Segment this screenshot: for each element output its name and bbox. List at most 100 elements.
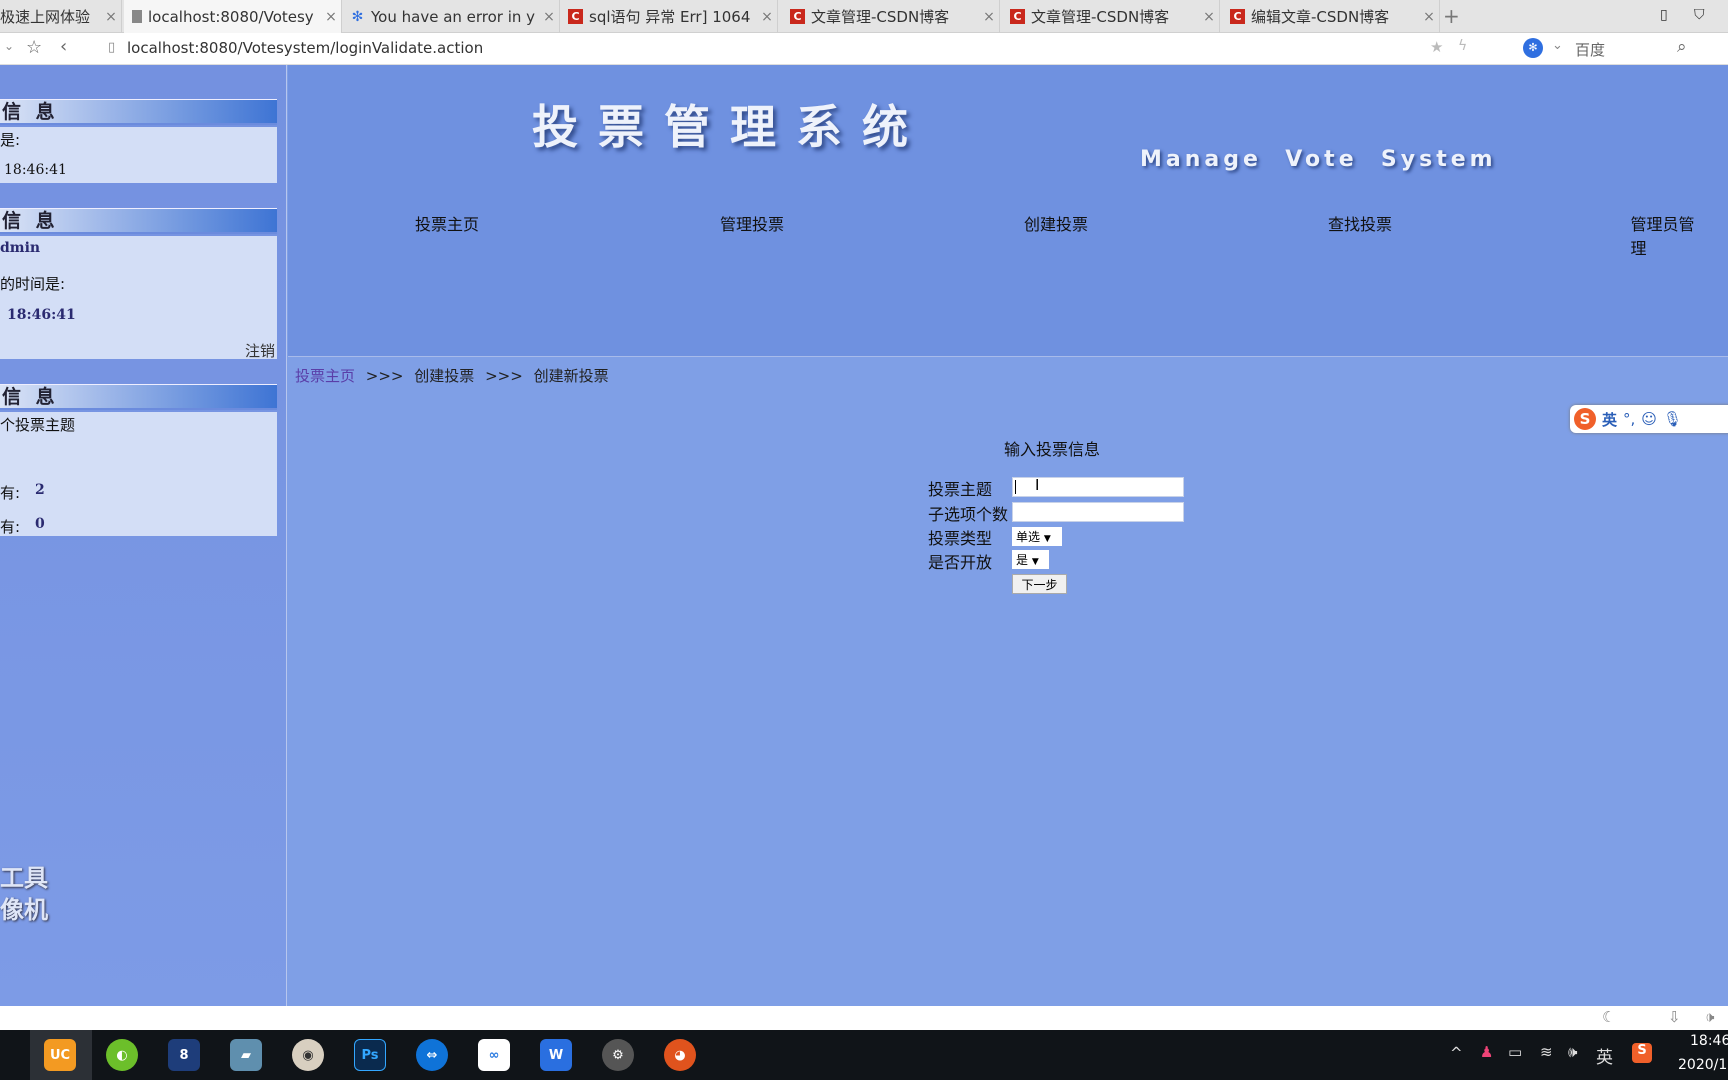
teamviewer-icon[interactable]: ⇔: [416, 1039, 448, 1071]
close-icon[interactable]: ×: [1419, 9, 1439, 25]
csdn-icon: C: [568, 9, 583, 24]
search-engine-label[interactable]: 百度: [1575, 39, 1605, 60]
tab-5[interactable]: C 文章管理-CSDN博客 ×: [782, 0, 1000, 33]
sogou-icon[interactable]: S: [1574, 408, 1596, 430]
panel-text: 的时间是:: [0, 275, 66, 293]
tab-1[interactable]: 极速上网体验 ×: [0, 0, 122, 33]
battery-icon[interactable]: ▭: [1508, 1043, 1522, 1061]
sogou-icon[interactable]: S: [1632, 1043, 1652, 1063]
owl-app-icon[interactable]: ◉: [292, 1039, 324, 1071]
vote-type-select[interactable]: 单选 ▼: [1012, 527, 1062, 546]
lightning-icon[interactable]: ϟ: [1458, 38, 1467, 54]
tray-app-icon[interactable]: ♟: [1480, 1043, 1493, 1061]
panel-text: 个投票主题: [0, 416, 76, 434]
text-cursor: [1015, 480, 1016, 494]
volume-icon[interactable]: 🕪: [1568, 1043, 1577, 1061]
breadcrumb-separator: >>>: [485, 367, 523, 385]
stat-label: 有:: [0, 518, 21, 536]
recorder-app-icon[interactable]: ◕: [664, 1039, 696, 1071]
close-icon[interactable]: ×: [539, 9, 559, 25]
open-status-select[interactable]: 是 ▼: [1012, 550, 1049, 569]
page-icon: [132, 10, 142, 23]
bookmark-star-icon[interactable]: ★: [1430, 38, 1443, 56]
address-bar: ⌄ ☆ ‹ ▯ localhost:8080/Votesystem/loginV…: [0, 33, 1728, 65]
notepad-icon[interactable]: ▰: [230, 1039, 262, 1071]
next-step-button[interactable]: 下一步: [1012, 574, 1067, 594]
nav-find-vote[interactable]: 查找投票: [1328, 211, 1392, 235]
search-icon[interactable]: ⌕: [1677, 37, 1687, 57]
nav-admin[interactable]: 管理员管理: [1631, 211, 1696, 259]
breadcrumb-separator: >>>: [365, 367, 404, 385]
dropdown-arrow-icon: ▼: [1031, 557, 1039, 567]
selected-value: 单选: [1016, 530, 1041, 544]
chevron-down-icon[interactable]: ⌄: [1552, 38, 1563, 53]
panel-text: 是:: [0, 131, 21, 149]
back-icon[interactable]: ‹: [60, 36, 67, 57]
stat-label: 有:: [0, 484, 21, 502]
field-label: 投票类型: [928, 529, 993, 548]
breadcrumb: 投票主页 >>> 创建投票 >>> 创建新投票: [295, 365, 609, 386]
baidu-paw-icon[interactable]: ✻: [1523, 38, 1543, 58]
new-tab-button[interactable]: +: [1443, 4, 1460, 28]
tray-ime[interactable]: 英: [1596, 1043, 1613, 1068]
dropdown-arrow-icon: ▼: [1043, 534, 1051, 544]
form-title: 输入投票信息: [1004, 440, 1101, 459]
tab-6[interactable]: C 文章管理-CSDN博客 ×: [1002, 0, 1220, 33]
download-icon[interactable]: ⇩: [1668, 1008, 1681, 1026]
tab-7[interactable]: C 编辑文章-CSDN博客 ×: [1222, 0, 1440, 33]
nav-manage-votes[interactable]: 管理投票: [720, 211, 784, 235]
baidu-paw-icon: ✻: [351, 8, 364, 25]
csdn-icon: C: [790, 9, 805, 24]
uc-browser-icon[interactable]: UC: [44, 1039, 76, 1071]
baidu-netdisk-icon[interactable]: ∞: [478, 1039, 510, 1071]
punctuation-icon[interactable]: °,: [1623, 410, 1635, 428]
time-value: 18:46:41: [4, 162, 67, 178]
wifi-icon[interactable]: ≋: [1540, 1043, 1553, 1061]
tab-3[interactable]: ✻ You have an error in y ×: [342, 0, 560, 33]
close-icon[interactable]: ×: [979, 9, 999, 25]
close-icon[interactable]: ×: [321, 9, 341, 25]
nav-create-vote[interactable]: 创建投票: [1024, 211, 1088, 235]
photoshop-icon[interactable]: Ps: [354, 1039, 386, 1071]
breadcrumb-home[interactable]: 投票主页: [295, 367, 355, 385]
microphone-icon[interactable]: 🎙: [1663, 410, 1682, 428]
panel-header: 信 息: [0, 208, 277, 234]
option-count-input[interactable]: [1012, 502, 1184, 522]
leaf-app-icon[interactable]: ◐: [106, 1039, 138, 1071]
stat-value: 2: [35, 482, 45, 498]
close-icon[interactable]: ×: [757, 9, 777, 25]
tray-expand-icon[interactable]: ^: [1450, 1044, 1463, 1062]
tab-2[interactable]: localhost:8080/Votesy ×: [124, 0, 342, 33]
night-mode-icon[interactable]: ☾: [1602, 1008, 1615, 1026]
page-icon: ▯: [108, 40, 116, 55]
vote-topic-input[interactable]: I: [1012, 476, 1184, 497]
chevron-down-icon[interactable]: ⌄: [4, 39, 14, 53]
recorder-watermark: 工具 像机: [0, 862, 48, 926]
csdn-icon: C: [1010, 9, 1025, 24]
volume-icon[interactable]: 🕩: [1705, 1008, 1714, 1026]
taskbar: UC ◐ 8 ▰ ◉ Ps ⇔ ∞ W ⚙ ◕ ^ ♟ ▭ ≋ 🕪 英 S 18…: [0, 1030, 1728, 1080]
close-icon[interactable]: ×: [1199, 9, 1219, 25]
wps-icon[interactable]: W: [540, 1039, 572, 1071]
window-tile-icon[interactable]: ▯: [1660, 7, 1668, 23]
site-subtitle: Manage Vote System: [1140, 147, 1497, 172]
panel-body: 个投票主题 有: 2 有: 0: [0, 412, 277, 536]
eight-app-icon[interactable]: 8: [168, 1039, 200, 1071]
breadcrumb-item: 创建投票: [414, 367, 475, 385]
logout-link[interactable]: 注销: [245, 340, 275, 361]
star-icon[interactable]: ☆: [26, 37, 42, 58]
url-input[interactable]: localhost:8080/Votesystem/loginValidate.…: [127, 39, 483, 57]
clock-time[interactable]: 18:46: [1690, 1033, 1728, 1049]
clock-date[interactable]: 2020/1: [1678, 1057, 1727, 1073]
emoji-icon[interactable]: ☺: [1641, 410, 1657, 428]
panel-body: 是: 18:46:41: [0, 127, 277, 183]
breadcrumb-item: 创建新投票: [533, 367, 609, 385]
tab-bar: 极速上网体验 × localhost:8080/Votesy × ✻ You have…: [0, 0, 1728, 33]
ime-mode[interactable]: 英: [1602, 409, 1617, 430]
ibeam-cursor-icon: I: [1035, 476, 1040, 494]
shirt-skin-icon[interactable]: ⛉: [1694, 7, 1705, 23]
settings-gear-icon[interactable]: ⚙: [602, 1039, 634, 1071]
close-icon[interactable]: ×: [101, 9, 121, 25]
nav-home[interactable]: 投票主页: [415, 211, 479, 235]
tab-4[interactable]: Csql语句 异常 Err] 1064 ×: [560, 0, 778, 33]
